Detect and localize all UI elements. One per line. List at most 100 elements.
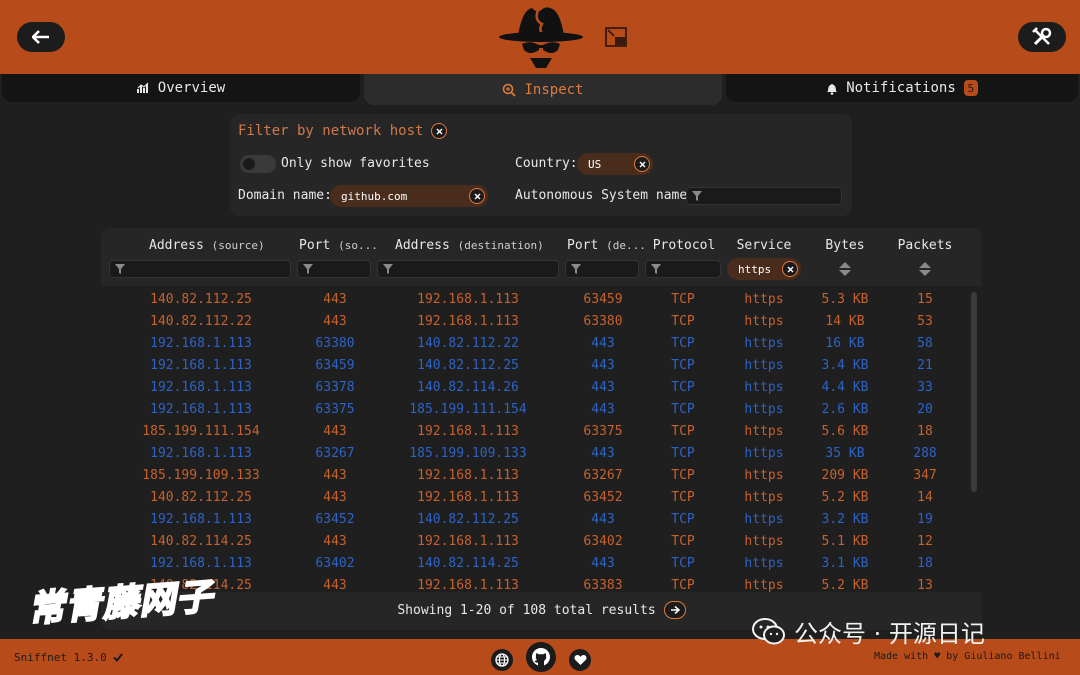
cell-destination-address: 140.82.114.26	[417, 380, 519, 395]
header-bytes[interactable]: Bytes	[811, 238, 879, 253]
table-row[interactable]: 192.168.1.113 63452 140.82.112.25 443 TCP htt…	[101, 509, 971, 531]
header-source-address[interactable]: Address (source)	[149, 238, 265, 253]
cell-packets: 33	[917, 380, 933, 395]
cell-packets: 14	[917, 490, 933, 505]
sort-packets-icon[interactable]	[918, 261, 932, 277]
table-row[interactable]: 192.168.1.113 63375 185.199.111.154 443 TCP h…	[101, 399, 971, 421]
table-row[interactable]: 192.168.1.113 63267 185.199.109.133 443 TCP h…	[101, 443, 971, 465]
sort-bytes-icon[interactable]	[838, 261, 852, 277]
country-input[interactable]: US	[577, 153, 653, 175]
protocol-filter[interactable]	[645, 260, 721, 278]
cell-source-address: 185.199.111.154	[142, 424, 260, 439]
cell-bytes: 35 KB	[825, 446, 865, 461]
funnel-icon	[651, 264, 661, 274]
next-page-button[interactable]	[663, 601, 686, 619]
table-row[interactable]: 192.168.1.113 63380 140.82.112.22 443 TCP htt…	[101, 333, 971, 355]
source-port-filter[interactable]	[297, 260, 371, 278]
cell-service: https	[744, 292, 784, 307]
header-service[interactable]: Service	[727, 238, 801, 253]
cell-destination-port: 443	[591, 556, 615, 571]
version-info: Sniffnet 1.3.0	[14, 651, 123, 664]
domain-label: Domain name:	[238, 188, 332, 203]
cell-packets: 347	[913, 468, 937, 483]
header-source-port[interactable]: Port (so...	[299, 238, 378, 253]
cell-destination-address: 192.168.1.113	[417, 578, 519, 592]
service-filter[interactable]: https	[727, 258, 801, 280]
cell-bytes: 5.3 KB	[821, 292, 869, 307]
cell-destination-address: 185.199.111.154	[409, 402, 527, 417]
back-button[interactable]	[17, 22, 65, 52]
thumbnail-mode-icon[interactable]	[605, 27, 627, 47]
clear-service-filter-button[interactable]	[782, 261, 798, 277]
cell-source-port: 443	[323, 578, 347, 592]
clear-domain-button[interactable]	[469, 188, 485, 204]
table-row[interactable]: 192.168.1.113 63378 140.82.114.26 443 TCP htt…	[101, 377, 971, 399]
table-row[interactable]: 192.168.1.113 63402 140.82.114.25 443 TCP htt…	[101, 553, 971, 575]
cell-destination-address: 140.82.112.25	[417, 512, 519, 527]
cell-source-port: 443	[323, 468, 347, 483]
table-row[interactable]: 185.199.109.133 443 192.168.1.113 63267 TCP h…	[101, 465, 971, 487]
table-row[interactable]: 140.82.112.25 443 192.168.1.113 63459 TCP htt…	[101, 289, 971, 311]
cell-destination-address: 192.168.1.113	[417, 534, 519, 549]
tab-overview[interactable]: Overview	[2, 74, 360, 102]
cell-source-port: 63459	[315, 358, 355, 373]
destination-address-filter[interactable]	[377, 260, 559, 278]
cell-source-port: 443	[323, 534, 347, 549]
cell-source-address: 140.82.114.25	[150, 534, 252, 549]
watermark-right: 公众号 · 开源日记	[752, 614, 985, 649]
cell-destination-address: 192.168.1.113	[417, 314, 519, 329]
table-row[interactable]: 192.168.1.113 63459 140.82.112.25 443 TCP htt…	[101, 355, 971, 377]
cell-source-port: 63267	[315, 446, 355, 461]
table-row[interactable]: 140.82.114.25 443 192.168.1.113 63402 TCP htt…	[101, 531, 971, 553]
github-button[interactable]	[526, 642, 556, 672]
table-row[interactable]: 185.199.111.154 443 192.168.1.113 63375 TCP h…	[101, 421, 971, 443]
table-body: 140.82.112.25 443 192.168.1.113 63459 TCP htt…	[101, 286, 982, 592]
checkmark-icon	[113, 653, 123, 662]
tab-notifications[interactable]: Notifications 5	[726, 74, 1078, 102]
magnifier-icon	[503, 83, 517, 97]
clear-country-button[interactable]	[634, 156, 650, 172]
website-button[interactable]	[491, 649, 513, 671]
table-row[interactable]: 140.82.112.25 443 192.168.1.113 63452 TCP htt…	[101, 487, 971, 509]
clear-filters-button[interactable]	[431, 123, 448, 139]
table-scrollbar[interactable]	[971, 292, 977, 492]
wechat-icon	[752, 617, 785, 644]
cell-protocol: TCP	[671, 512, 695, 527]
source-address-filter[interactable]	[109, 260, 291, 278]
table-row[interactable]: 140.82.114.25 443 192.168.1.113 63383 TCP htt…	[101, 575, 971, 592]
cell-service: https	[744, 534, 784, 549]
host-filter-panel: Filter by network host Only show favorit…	[230, 114, 852, 216]
cell-source-address: 192.168.1.113	[150, 446, 252, 461]
cell-bytes: 209 KB	[821, 468, 869, 483]
settings-button[interactable]	[1018, 22, 1066, 52]
tab-label: Overview	[157, 80, 226, 96]
header-destination-address[interactable]: Address (destination)	[395, 238, 544, 253]
cell-packets: 53	[917, 314, 933, 329]
cell-bytes: 5.2 KB	[821, 490, 869, 505]
cell-destination-port: 63402	[583, 534, 623, 549]
header-packets[interactable]: Packets	[891, 238, 959, 253]
tab-inspect[interactable]: Inspect	[364, 74, 722, 105]
cell-source-address: 192.168.1.113	[150, 512, 252, 527]
cell-source-port: 63452	[315, 512, 355, 527]
cell-destination-port: 63375	[583, 424, 623, 439]
cell-destination-port: 63459	[583, 292, 623, 307]
domain-input[interactable]: github.com	[330, 185, 488, 207]
filter-title: Filter by network host	[238, 123, 448, 139]
cell-bytes: 2.6 KB	[821, 402, 869, 417]
cell-destination-port: 63380	[583, 314, 623, 329]
asn-input[interactable]	[686, 187, 842, 205]
cell-bytes: 4.4 KB	[821, 380, 869, 395]
header-destination-port[interactable]: Port (de...	[567, 238, 646, 253]
cell-service: https	[744, 424, 784, 439]
favorites-label: Only show favorites	[281, 156, 430, 171]
pagination-text: Showing 1-20 of 108 total results	[397, 602, 656, 618]
table-row[interactable]: 140.82.112.22 443 192.168.1.113 63380 TCP htt…	[101, 311, 971, 333]
cell-protocol: TCP	[671, 292, 695, 307]
filter-title-text: Filter by network host	[238, 123, 424, 139]
connections-table: Address (source) Port (so... Address (de…	[101, 228, 982, 630]
header-protocol[interactable]: Protocol	[647, 238, 721, 253]
sponsor-button[interactable]	[569, 649, 591, 671]
destination-port-filter[interactable]	[565, 260, 639, 278]
favorites-toggle[interactable]	[240, 155, 276, 173]
